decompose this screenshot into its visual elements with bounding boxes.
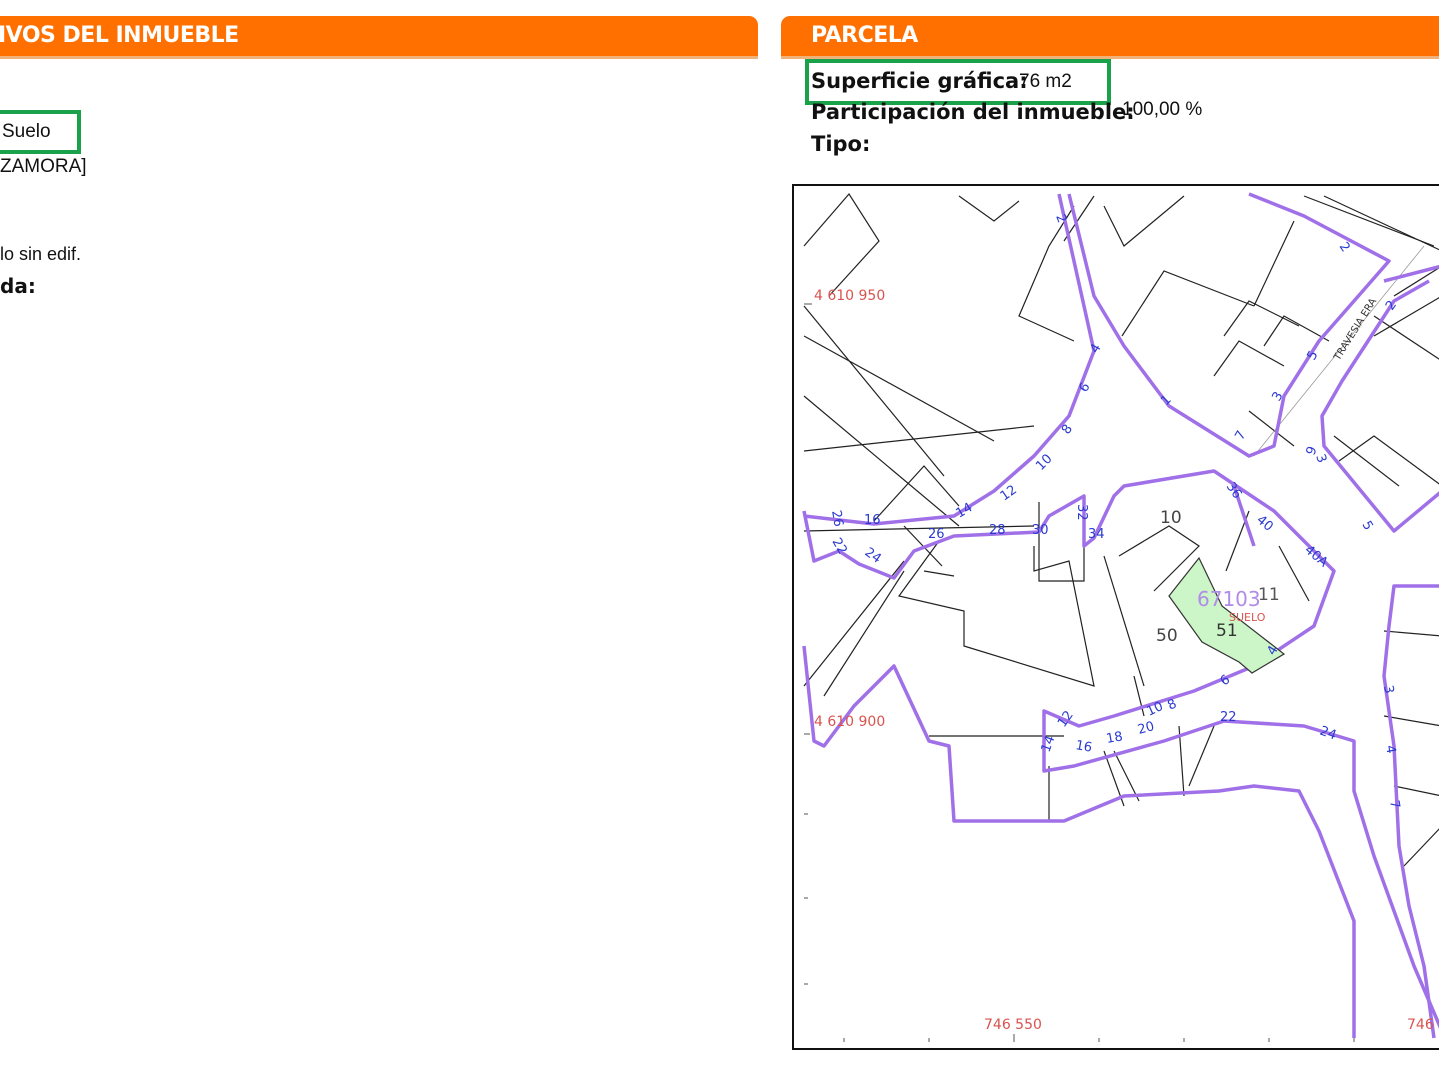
uso-value: lo sin edif. xyxy=(0,244,82,264)
house-number: 24 xyxy=(862,545,884,567)
coord-x-left: 746 550 xyxy=(984,1017,1042,1033)
house-number: 34 xyxy=(1088,527,1105,542)
house-number: 5 xyxy=(1359,519,1376,534)
highlighted-parcel[interactable] xyxy=(1168,556,1286,674)
parcel-reference-suffix: 11 xyxy=(1258,585,1280,605)
house-number: 7 xyxy=(1232,428,1249,443)
house-number: 3 xyxy=(1380,684,1396,695)
coord-y-bottom: 4 610 900 xyxy=(814,714,885,730)
house-number: 16 xyxy=(864,513,881,528)
coord-y-top: 4 610 950 xyxy=(814,288,885,304)
superficie-value: 76 m2 xyxy=(1019,71,1072,92)
coord-x-right: 746 xyxy=(1407,1017,1434,1033)
house-number: 14 xyxy=(1039,734,1059,755)
house-number: 8 xyxy=(1059,422,1076,437)
house-number: 8 xyxy=(1165,697,1179,714)
house-number: 22 xyxy=(1220,710,1237,725)
block-outlines xyxy=(802,192,1439,1039)
location-value: ZAMORA] xyxy=(0,156,87,177)
neighbor-parcel-10: 10 xyxy=(1160,508,1182,528)
cadastral-map-drawing: 4 610 950 4 610 900 746 550 746 67103 11… xyxy=(802,192,1439,1042)
house-number: 18 xyxy=(1105,729,1124,747)
cadastral-map[interactable]: 4 610 950 4 610 900 746 550 746 67103 11… xyxy=(792,184,1439,1050)
house-number: 12 xyxy=(1055,708,1077,730)
section-header-datos-inmueble: IVOS DEL INMUEBLE xyxy=(0,16,758,56)
participacion-label: Participación del inmueble: xyxy=(811,100,1135,124)
map-coordinates: 4 610 950 4 610 900 746 550 746 xyxy=(814,288,1434,1033)
section-header-parcela-label: PARCELA xyxy=(811,23,918,48)
house-number: 40A xyxy=(1301,543,1330,571)
house-number: 26 xyxy=(928,527,945,542)
tipo-label: Tipo: xyxy=(811,132,871,156)
house-number: 7 xyxy=(1386,799,1402,810)
house-number: 4 xyxy=(1087,341,1104,356)
house-number: 28 xyxy=(989,523,1006,538)
section-header-parcela: PARCELA xyxy=(781,16,1439,56)
parcel-number: 51 xyxy=(1216,621,1238,641)
clase-value: Suelo xyxy=(2,121,51,142)
house-number: 32 xyxy=(1074,504,1089,521)
superficie-label: Superficie gráfica: xyxy=(811,69,1028,93)
neighbor-parcel-50: 50 xyxy=(1156,626,1178,646)
parcel-boundaries xyxy=(803,192,1439,867)
house-number: 30 xyxy=(1032,523,1049,538)
house-number: 26 xyxy=(828,509,846,528)
house-number: 40 xyxy=(1253,513,1275,535)
section-header-datos-inmueble-label: IVOS DEL INMUEBLE xyxy=(0,23,239,48)
house-number: 36 xyxy=(1223,480,1245,502)
field-label-fragment: da: xyxy=(0,274,36,298)
participacion-value: 100,00 % xyxy=(1122,99,1203,120)
house-number: 20 xyxy=(1136,719,1156,738)
house-number: 16 xyxy=(1074,738,1093,756)
parcel-reference: 67103 xyxy=(1197,587,1261,611)
house-number: 2 xyxy=(1336,240,1353,255)
house-number: 24 xyxy=(1318,724,1339,744)
street-name: TRAVESIA ERA xyxy=(1332,296,1380,363)
